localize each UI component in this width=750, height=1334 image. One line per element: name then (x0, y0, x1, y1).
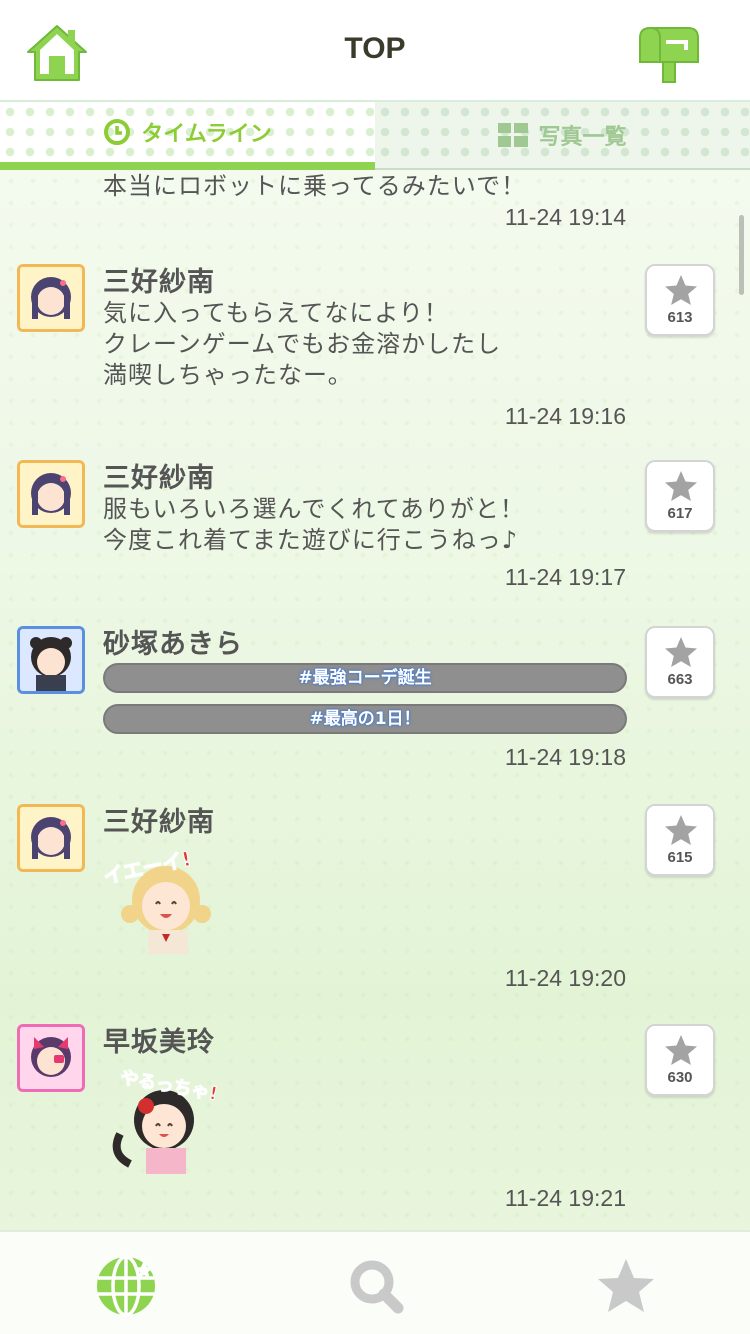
grid-icon (498, 123, 529, 147)
star-icon (665, 1035, 697, 1065)
search-icon (350, 1260, 404, 1314)
tab-photo-list-label: 写真一覧 (538, 125, 627, 150)
like-count: 630 (667, 1069, 693, 1086)
sticker-image[interactable]: イエーイ! (100, 844, 218, 956)
nav-search-button[interactable] (344, 1254, 408, 1318)
post-timestamp: 11-24 19:17 (504, 564, 626, 590)
avatar-sanae[interactable] (17, 264, 85, 332)
partial-post-text: 本当にロボットに乗ってるみたいで！ (103, 172, 527, 200)
post-author-name: 砂塚あきら (103, 629, 243, 660)
post-author-name: 早坂美玲 (103, 1027, 215, 1058)
like-count: 613 (667, 309, 693, 326)
clock-icon (104, 119, 131, 145)
tab-timeline[interactable]: タイムライン (0, 102, 375, 170)
post-author-name: 三好紗南 (103, 463, 215, 494)
tab-bar: タイムライン 写真一覧 (0, 102, 750, 170)
post-timestamp: 11-24 19:18 (504, 744, 626, 770)
nav-timeline-button[interactable] (94, 1254, 158, 1318)
timeline-feed[interactable]: 本当にロボットに乗ってるみたいで！ 11-24 19:14 三好紗南 気に入って… (0, 170, 750, 1230)
hashtag-chip[interactable]: #最強コーデ誕生 (103, 663, 627, 693)
hashtag-chip[interactable]: #最高の1日！ (103, 704, 627, 734)
post-timestamp: 11-24 19:21 (504, 1185, 626, 1211)
scrollbar[interactable] (739, 215, 744, 295)
globe-icon (97, 1255, 155, 1317)
post-message: 気に入ってもらえてなにより！ クレーンゲームでもお金溶かしたし 満喫しちゃったな… (103, 299, 502, 389)
nav-favorites-button[interactable] (594, 1254, 658, 1318)
tab-timeline-label: タイムライン (141, 122, 272, 147)
like-button[interactable]: 630 (645, 1024, 715, 1096)
post-author-name: 三好紗南 (103, 807, 215, 838)
mailbox-button[interactable] (636, 24, 702, 86)
like-count: 615 (667, 849, 693, 866)
sticker-image[interactable]: やるっちゃ! (100, 1064, 220, 1176)
star-icon (665, 815, 697, 845)
avatar-sanae[interactable] (17, 460, 85, 528)
post-author-name: 三好紗南 (103, 267, 215, 298)
like-button[interactable]: 663 (645, 626, 715, 698)
post-message: 服もいろいろ選んでくれてありがと！ 今度これ着てまた遊びに行こうねっ♪ (103, 495, 525, 554)
mailbox-icon (639, 27, 699, 83)
like-button[interactable]: 613 (645, 264, 715, 336)
post-timestamp: 11-24 19:16 (504, 403, 626, 429)
star-icon (598, 1259, 654, 1312)
bottom-navigation (0, 1230, 750, 1334)
star-icon (665, 275, 697, 305)
star-icon (665, 637, 697, 667)
avatar-sanae[interactable] (17, 804, 85, 872)
avatar-mirei[interactable] (17, 1024, 85, 1092)
avatar-akira[interactable] (17, 626, 85, 694)
post-timestamp: 11-24 19:20 (504, 965, 626, 991)
like-count: 617 (667, 505, 693, 522)
tab-photo-list[interactable]: 写真一覧 (375, 102, 750, 170)
like-count: 663 (667, 671, 693, 688)
header: TOP (0, 0, 750, 102)
star-icon (665, 471, 697, 501)
like-button[interactable]: 617 (645, 460, 715, 532)
like-button[interactable]: 615 (645, 804, 715, 876)
post-timestamp: 11-24 19:14 (504, 204, 626, 230)
